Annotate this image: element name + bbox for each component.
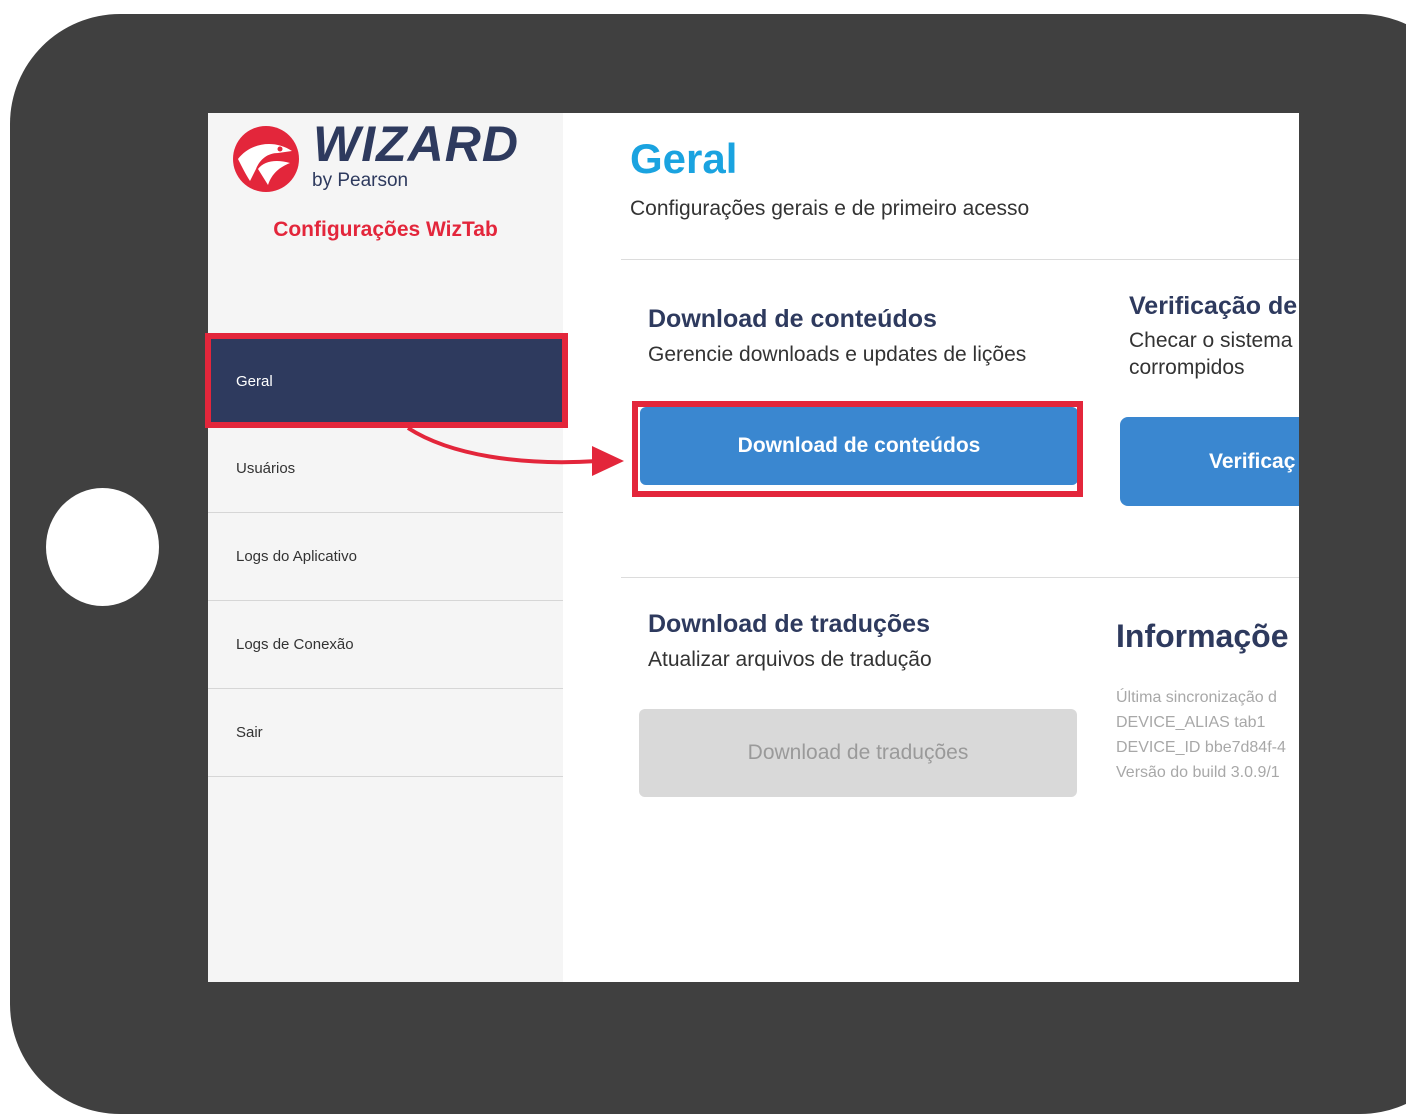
section-divider: [621, 577, 1299, 578]
eagle-icon: [233, 126, 299, 192]
info-device-id: DEVICE_ID bbe7d84f-4: [1116, 739, 1286, 756]
app-title: Configurações WizTab: [273, 218, 498, 241]
info-build-version: Versão do build 3.0.9/1: [1116, 764, 1280, 781]
download-translations-title: Download de traduções: [648, 610, 930, 638]
info-list: Última sincronização d DEVICE_ALIAS tab1…: [1116, 685, 1286, 785]
sidebar-item-logs-conexao[interactable]: Logs de Conexão: [208, 601, 563, 689]
section-divider: [621, 259, 1299, 260]
sidebar: WIZARD by Pearson Configurações WizTab G…: [208, 113, 564, 982]
info-device-alias: DEVICE_ALIAS tab1: [1116, 714, 1266, 731]
main-content: Geral Configurações gerais e de primeiro…: [563, 113, 1299, 982]
app-screen: WIZARD by Pearson Configurações WizTab G…: [208, 113, 1299, 982]
verification-description-line2: corrompidos: [1129, 356, 1245, 379]
verification-description-line1: Checar o sistema: [1129, 329, 1293, 352]
logo-subtitle: by Pearson: [312, 170, 409, 191]
sidebar-item-label: Logs do Aplicativo: [236, 548, 357, 565]
verification-title: Verificação de: [1129, 292, 1298, 320]
wizard-logo: WIZARD by Pearson: [228, 116, 548, 199]
sidebar-item-label: Logs de Conexão: [236, 636, 354, 653]
download-contents-title: Download de conteúdos: [648, 305, 937, 333]
verification-button[interactable]: Verificaç: [1120, 417, 1299, 506]
sidebar-item-label: Usuários: [236, 460, 296, 477]
sidebar-item-logs-aplicativo[interactable]: Logs do Aplicativo: [208, 513, 563, 601]
highlight-box-download-button: [632, 401, 1083, 497]
info-last-sync: Última sincronização d: [1116, 689, 1277, 706]
sidebar-item-usuarios[interactable]: Usuários: [208, 425, 563, 513]
logo-wordmark: WIZARD: [313, 116, 519, 172]
highlight-box-geral: [205, 333, 568, 428]
download-translations-description: Atualizar arquivos de tradução: [648, 648, 932, 671]
page-title: Geral: [630, 135, 738, 182]
download-contents-description: Gerencie downloads e updates de lições: [648, 343, 1027, 366]
info-title: Informaçõe: [1116, 618, 1289, 654]
sidebar-item-label: Sair: [236, 724, 263, 741]
sidebar-item-sair[interactable]: Sair: [208, 689, 563, 777]
download-translations-button[interactable]: Download de traduções: [639, 709, 1077, 797]
page-subtitle: Configurações gerais e de primeiro acess…: [630, 197, 1030, 220]
home-button[interactable]: [46, 488, 159, 606]
